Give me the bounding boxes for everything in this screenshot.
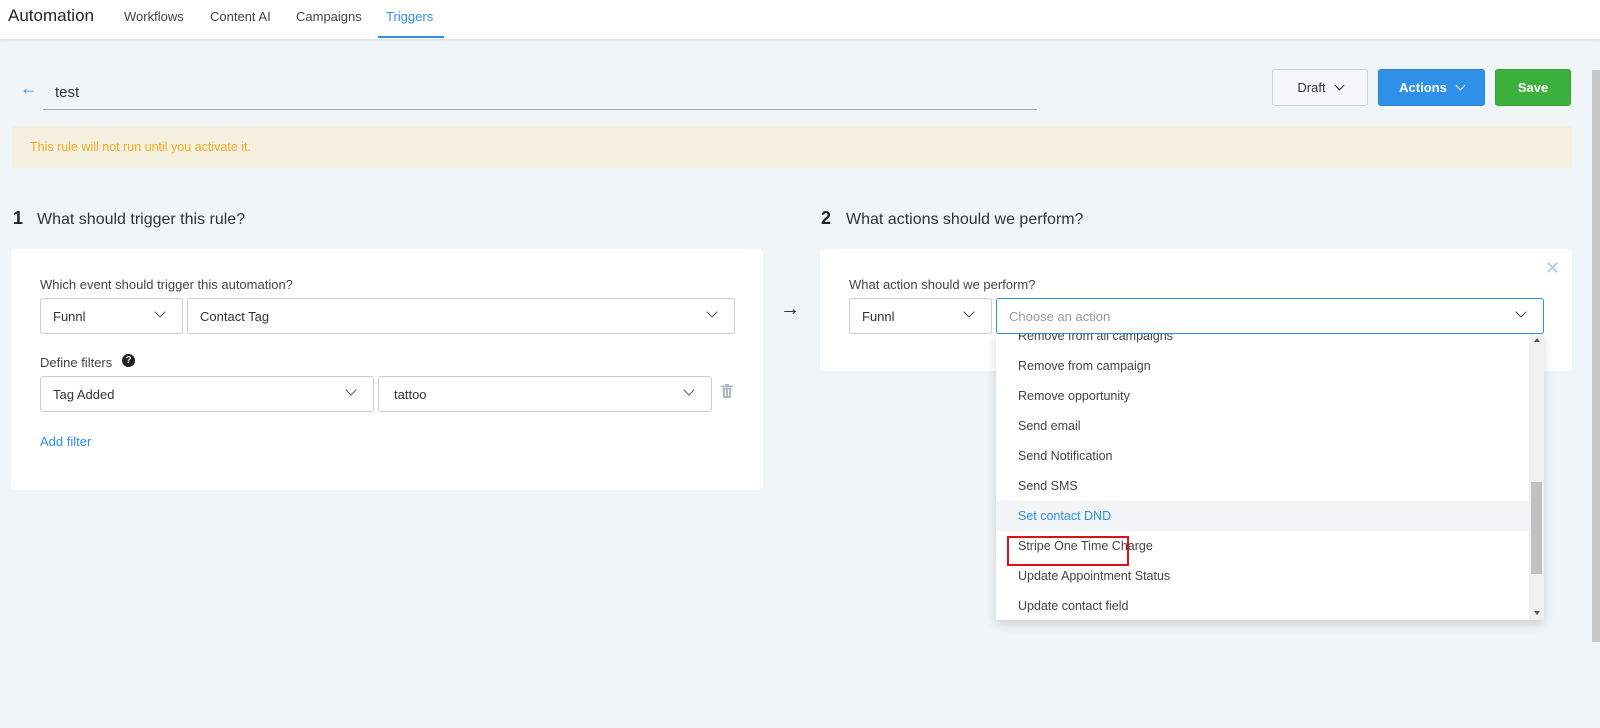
- step-2-title: What actions should we perform?: [846, 211, 1084, 228]
- page-scrollbar[interactable]: [1592, 70, 1600, 642]
- action-label: What action should we perform?: [849, 277, 1036, 292]
- tab-workflows[interactable]: Workflows: [124, 9, 184, 24]
- dropdown-item-set-contact-dnd[interactable]: Set contact DND: [996, 501, 1529, 531]
- dropdown-item-update-contact-field[interactable]: Update contact field: [996, 591, 1529, 620]
- action-placeholder: Choose an action: [1009, 308, 1111, 324]
- trash-icon[interactable]: [721, 384, 733, 398]
- dropdown-item-send-sms[interactable]: Send SMS: [996, 471, 1529, 501]
- tab-campaigns[interactable]: Campaigns: [296, 9, 362, 24]
- save-button[interactable]: Save: [1495, 69, 1571, 106]
- step-2-number: 2: [821, 208, 832, 228]
- actions-button[interactable]: Actions: [1378, 69, 1485, 106]
- app-title: Automation: [8, 6, 94, 25]
- step-1-title: What should trigger this rule?: [37, 211, 246, 228]
- inactive-warning-banner: This rule will not run until you activat…: [12, 126, 1572, 168]
- top-nav: Automation Workflows Content AI Campaign…: [0, 0, 1600, 40]
- dropdown-item-send-email[interactable]: Send email: [996, 411, 1529, 441]
- highlight-annotation-box: [1007, 536, 1129, 566]
- event-label: Which event should trigger this automati…: [40, 277, 293, 292]
- draft-status-button[interactable]: Draft: [1272, 69, 1368, 106]
- chevron-down-icon: [1455, 80, 1466, 91]
- action-dropdown-list: Remove from all campaigns Remove from ca…: [996, 334, 1544, 620]
- scroll-up-icon[interactable]: [1534, 338, 1540, 342]
- filter-field-value: Tag Added: [53, 386, 115, 402]
- active-tab-indicator: [378, 36, 444, 38]
- action-select[interactable]: Choose an action: [996, 298, 1544, 334]
- filter-value-select[interactable]: tattoo: [378, 376, 712, 412]
- step-1-number: 1: [13, 208, 24, 228]
- filter-field-select[interactable]: Tag Added: [40, 376, 374, 412]
- tab-content-ai[interactable]: Content AI: [210, 9, 271, 24]
- dropdown-item-send-notification[interactable]: Send Notification: [996, 441, 1529, 471]
- trigger-source-select[interactable]: Funnl: [40, 298, 183, 334]
- save-label: Save: [1517, 80, 1549, 95]
- action-source-select[interactable]: Funnl: [849, 298, 992, 334]
- dropdown-item-remove-all-campaigns[interactable]: Remove from all campaigns: [996, 334, 1529, 351]
- trigger-event-value: Contact Tag: [200, 308, 270, 324]
- filters-label: Define filters: [40, 355, 113, 370]
- draft-label: Draft: [1297, 80, 1326, 95]
- trigger-event-select[interactable]: Contact Tag: [187, 298, 735, 334]
- dropdown-scroll-thumb[interactable]: [1531, 482, 1542, 574]
- close-icon[interactable]: ✕: [1545, 258, 1560, 279]
- filter-value-value: tattoo: [394, 386, 427, 402]
- scroll-down-icon[interactable]: [1534, 611, 1540, 615]
- arrow-right-icon: →: [780, 298, 800, 320]
- banner-text: This rule will not run until you activat…: [30, 140, 251, 154]
- tab-triggers[interactable]: Triggers: [386, 9, 433, 24]
- dropdown-item-remove-opportunity[interactable]: Remove opportunity: [996, 381, 1529, 411]
- back-arrow-icon[interactable]: ←: [20, 78, 38, 99]
- dropdown-scrollbar[interactable]: [1529, 334, 1544, 620]
- chevron-down-icon: [1334, 80, 1345, 91]
- add-filter-link[interactable]: Add filter: [40, 434, 91, 449]
- help-icon[interactable]: ?: [122, 354, 135, 367]
- dropdown-item-remove-campaign[interactable]: Remove from campaign: [996, 351, 1529, 381]
- actions-label: Actions: [1399, 80, 1447, 95]
- rule-name-input[interactable]: [43, 76, 1037, 110]
